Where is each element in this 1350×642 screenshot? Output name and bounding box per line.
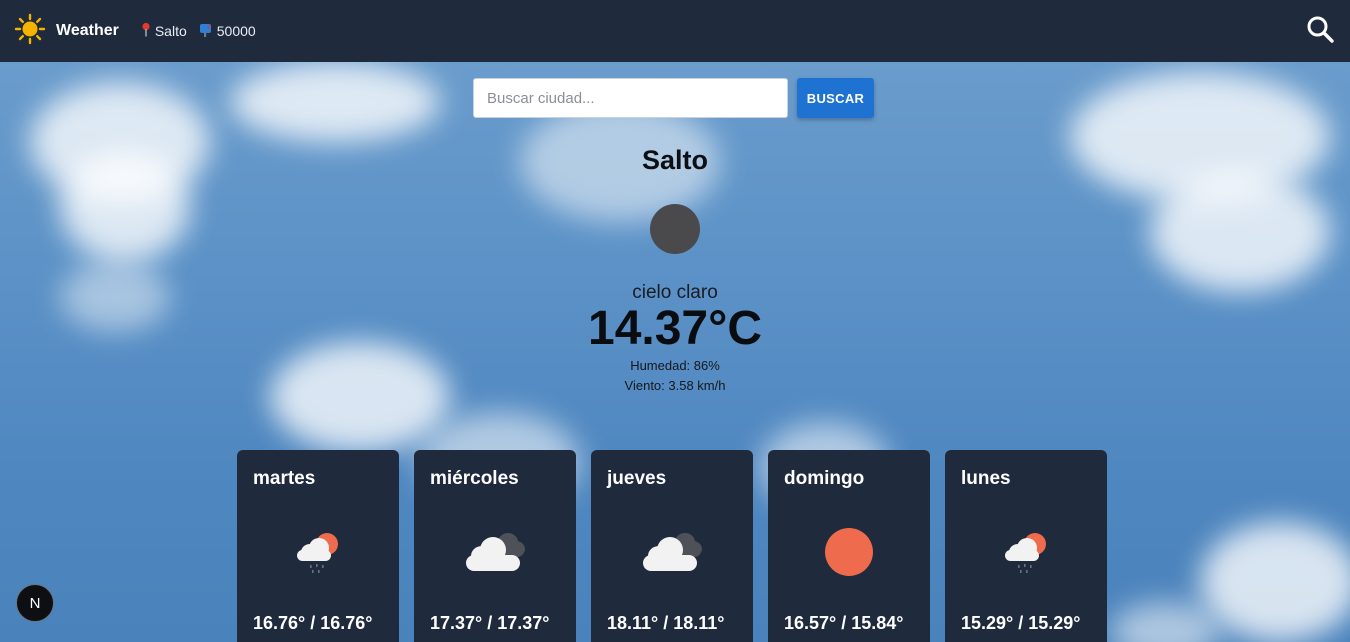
- current-weather-icon: [650, 204, 700, 254]
- badge-letter: N: [29, 594, 41, 612]
- search-submit-button[interactable]: BUSCAR: [797, 78, 874, 118]
- forecast-card: jueves 18.11° / 18.11°: [591, 450, 753, 642]
- forecast-card: miércoles 17.37° / 17.37°: [414, 450, 576, 642]
- city-search-input[interactable]: [473, 78, 788, 118]
- current-temperature: 14.37°C: [588, 302, 762, 355]
- next-dev-badge[interactable]: N: [16, 584, 54, 622]
- forecast-day: lunes: [961, 468, 1011, 489]
- rain-sun-cloud-icon: [991, 522, 1061, 582]
- nav-search-button[interactable]: [1304, 15, 1336, 47]
- dark-clouds-icon: [460, 522, 530, 582]
- dark-clouds-icon: [637, 522, 707, 582]
- forecast-day: domingo: [784, 468, 865, 489]
- forecast-temps: 17.37° / 17.37°: [430, 613, 550, 633]
- forecast-card: martes 16.76° / 16.76°: [237, 450, 399, 642]
- forecast-card: domingo 16.57° / 15.84°: [768, 450, 930, 642]
- current-condition: cielo claro: [632, 282, 718, 303]
- forecast-temps: 15.29° / 15.29°: [961, 613, 1081, 633]
- current-humidity: Humedad: 86%: [630, 358, 720, 373]
- location-info: Salto 50000: [141, 22, 256, 40]
- forecast-day: miércoles: [430, 468, 519, 489]
- forecast-card: lunes 15.29° / 15.29°: [945, 450, 1107, 642]
- forecast-temps: 18.11° / 18.11°: [607, 613, 725, 633]
- search-bar: BUSCAR: [473, 78, 874, 118]
- nav-postal: 50000: [216, 23, 256, 39]
- search-icon: [1306, 15, 1334, 48]
- forecast-day: jueves: [607, 468, 667, 489]
- pin-icon: [141, 22, 151, 40]
- mailbox-icon: [199, 22, 213, 40]
- navbar: Weather Salto 50000: [0, 0, 1350, 62]
- sun-icon: [814, 522, 884, 582]
- brand-title: Weather: [56, 22, 119, 39]
- rain-sun-cloud-icon: [283, 522, 353, 582]
- city-meta: Salto: [141, 22, 187, 40]
- nav-city: Salto: [154, 23, 187, 39]
- current-city-title: Salto: [641, 145, 708, 175]
- forecast-temps: 16.76° / 16.76°: [253, 613, 373, 633]
- forecast-day: martes: [253, 468, 316, 489]
- postal-meta: 50000: [199, 22, 256, 40]
- sun-logo-icon: [14, 13, 46, 50]
- current-wind: Viento: 3.58 km/h: [624, 378, 726, 393]
- brand[interactable]: Weather: [14, 13, 119, 50]
- current-weather: Salto cielo claro 14.37°C Humedad: 86% V…: [0, 140, 1350, 396]
- forecast-temps: 16.57° / 15.84°: [784, 613, 904, 633]
- forecast-list: martes 16.76° / 16.76° miércoles 17.37° …: [237, 450, 1107, 642]
